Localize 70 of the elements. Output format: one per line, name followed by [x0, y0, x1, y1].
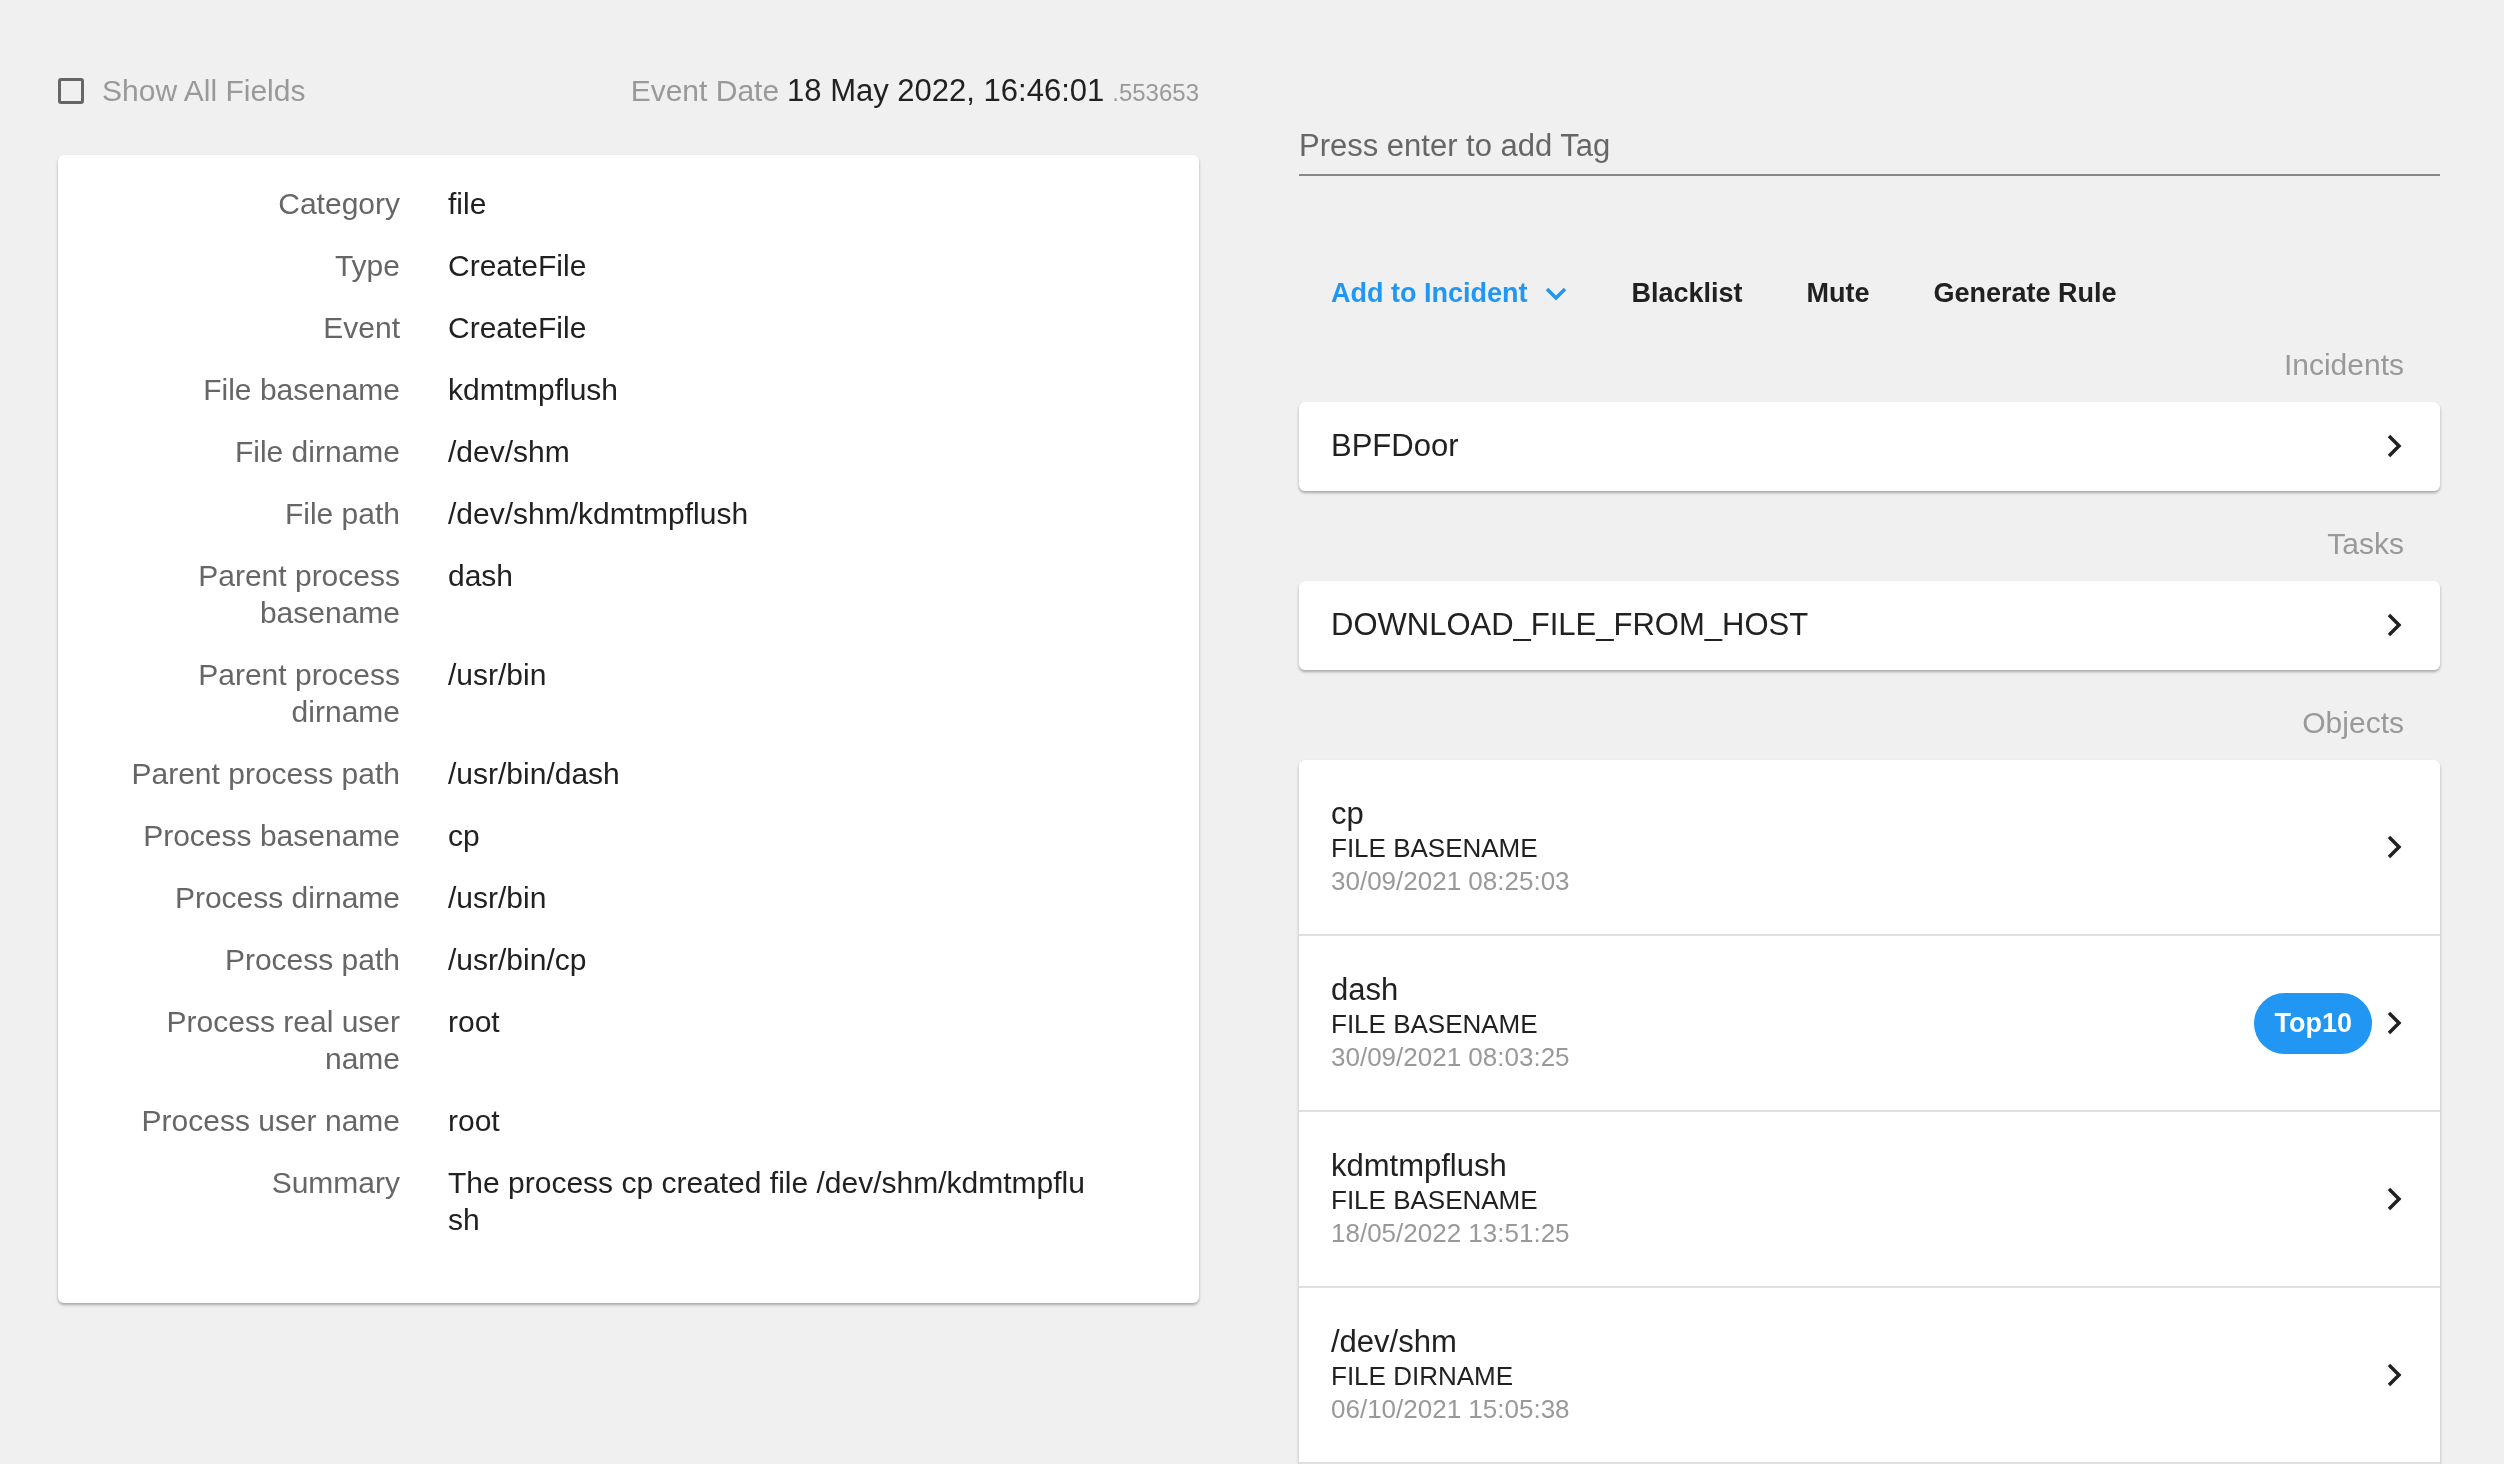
chevron-right-icon [2386, 1011, 2402, 1035]
field-value: /usr/bin [448, 657, 548, 693]
item-name: DOWNLOAD_FILE_FROM_HOST [1331, 607, 1809, 644]
object-row[interactable]: dash FILE BASENAME 30/09/2021 08:03:25 Top10 [1299, 936, 2440, 1112]
field-value: /usr/bin/cp [448, 942, 588, 978]
field-label: Process basename [142, 818, 400, 854]
field-label: Event [322, 310, 400, 346]
field-label: Parent process dirname [197, 657, 400, 730]
field-label: File basename [202, 372, 400, 408]
chevron-right-icon [2386, 835, 2402, 859]
field-value: /dev/shm/kdmtmpflush [448, 496, 750, 532]
tag-input-field[interactable]: Press enter to add Tag [1299, 128, 2440, 176]
section-heading: Tasks [2326, 526, 2405, 561]
chevron-right-icon [2386, 1187, 2402, 1211]
object-date: 30/09/2021 08:03:25 [1331, 1041, 1570, 1074]
field-label: Process user name [140, 1103, 400, 1139]
object-name: kdmtmpflush [1331, 1148, 1508, 1184]
field-label: Process dirname [173, 880, 400, 916]
field-label: Process path [223, 942, 400, 978]
field-label: File path [283, 496, 400, 532]
chevron-right-icon [2386, 434, 2402, 459]
list-item-card[interactable]: DOWNLOAD_FILE_FROM_HOST [1299, 580, 2440, 670]
field-label: Category [277, 186, 400, 222]
object-date: 18/05/2022 13:51:25 [1331, 1217, 1570, 1250]
object-name: cp [1331, 796, 1365, 832]
field-value: root [448, 1004, 501, 1040]
field-value: cp [448, 818, 481, 854]
object-date: 30/09/2021 08:25:03 [1331, 865, 1570, 898]
object-name: /dev/shm [1331, 1324, 1458, 1360]
object-row[interactable]: /dev/shm FILE DIRNAME 06/10/2021 15:05:38 [1299, 1288, 2440, 1464]
chevron-down-icon [1545, 286, 1568, 301]
show-all-fields-checkbox[interactable] [58, 78, 84, 104]
top-badge: Top10 [2254, 992, 2372, 1054]
field-value: CreateFile [448, 248, 588, 284]
object-type: FILE BASENAME [1331, 1184, 1539, 1217]
object-row[interactable]: kdmtmpflush FILE BASENAME 18/05/2022 13:51:25 [1299, 1112, 2440, 1288]
field-value: CreateFile [448, 310, 588, 346]
item-name: BPFDoor [1331, 428, 1459, 465]
field-label: Summary [270, 1165, 400, 1201]
field-label: Type [333, 248, 400, 284]
object-type: FILE BASENAME [1331, 1008, 1539, 1041]
section-heading: Objects [2301, 706, 2405, 740]
field-value: kdmtmpflush [448, 372, 620, 408]
event-date-label: Event Date [630, 74, 780, 108]
field-label: File dirname [233, 434, 400, 470]
object-name: dash [1331, 972, 1400, 1008]
action-button[interactable]: Mute [1806, 278, 1870, 310]
field-value: The process cp created file /dev/shm/kdmtmpflush [448, 1165, 1086, 1238]
field-value: root [448, 1103, 501, 1139]
event-date-fraction: .553653 [1112, 79, 1199, 107]
chevron-right-icon [2386, 1363, 2402, 1387]
object-type: FILE BASENAME [1331, 832, 1539, 865]
field-value: dash [448, 558, 515, 594]
action-button[interactable]: Blacklist [1631, 278, 1743, 310]
field-label: Parent process path [130, 756, 400, 792]
field-value: /usr/bin [448, 880, 548, 916]
field-label: Parent process basename [197, 558, 400, 631]
field-value: file [448, 186, 488, 222]
object-row[interactable]: cp FILE BASENAME 30/09/2021 08:25:03 [1299, 760, 2440, 936]
chevron-right-icon [2386, 613, 2402, 638]
event-date-value: 18 May 2022, 16:46:01 [787, 73, 1105, 109]
field-value: /dev/shm [448, 434, 571, 470]
show-all-fields-label: Show All Fields [102, 74, 306, 108]
list-item-card[interactable]: BPFDoor [1299, 401, 2440, 491]
object-type: FILE DIRNAME [1331, 1360, 1515, 1393]
object-date: 06/10/2021 15:05:38 [1331, 1393, 1570, 1426]
action-button[interactable]: Generate Rule [1933, 278, 2117, 310]
field-value: /usr/bin/dash [448, 756, 621, 792]
section-heading: Incidents [2282, 347, 2405, 382]
field-label: Process real user name [165, 1004, 400, 1077]
